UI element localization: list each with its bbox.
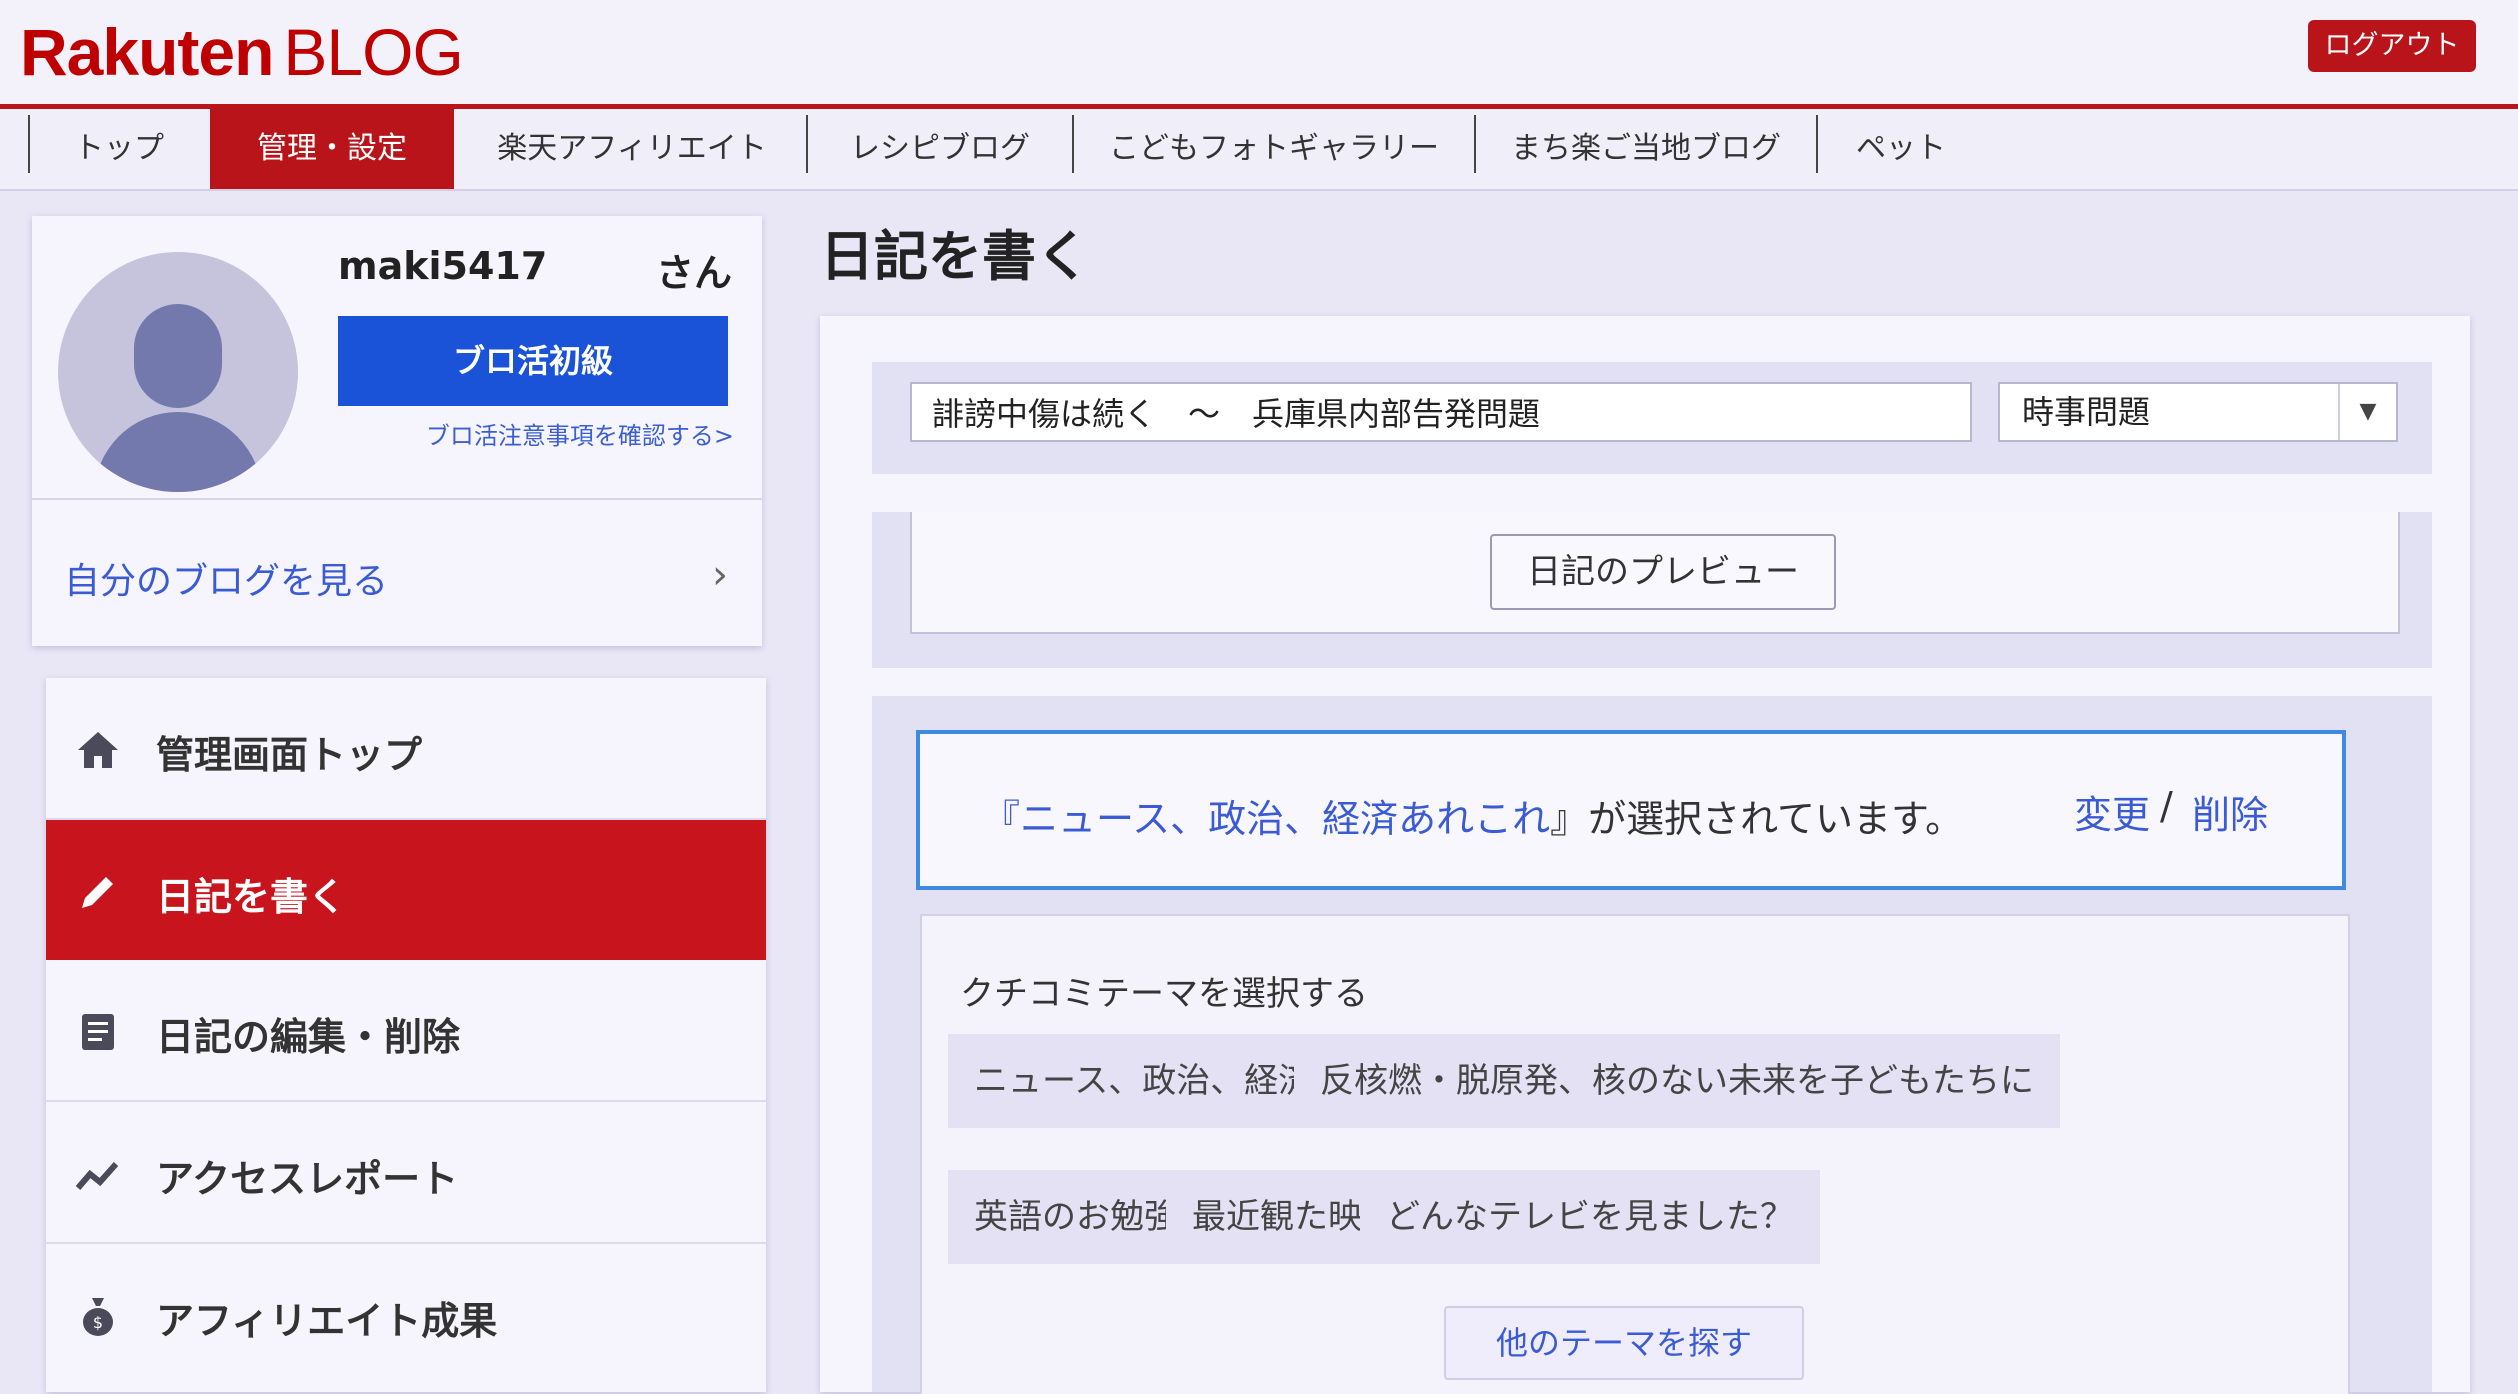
view-my-blog-link[interactable]: 自分のブログを見る: [64, 552, 388, 604]
menu-item-access-report[interactable]: アクセスレポート: [46, 1102, 766, 1244]
username-honorific: さん: [656, 251, 733, 295]
theme-button[interactable]: 反核燃・脱原発、核のない未来を子どもたちに: [1294, 1034, 2060, 1128]
preview-row: 日記のプレビュー: [872, 512, 2432, 668]
nav-separator: [1072, 115, 1074, 173]
theme-area: 『ニュース、政治、経済あれこれ』が選択されています。 変更 / 削除 クチコミテ…: [872, 696, 2432, 1394]
page-title: 日記を書く: [820, 225, 1090, 288]
preview-container: 日記のプレビュー: [910, 512, 2400, 634]
document-icon: [74, 1008, 122, 1056]
rakuten-blog-logo[interactable]: Rakuten BLOG: [20, 15, 464, 89]
menu-item-label: 管理画面トップ: [156, 733, 423, 777]
category-select[interactable]: 時事問題 ▼: [1998, 382, 2398, 442]
nav-item-recipe-blog[interactable]: レシピブログ: [810, 109, 1070, 189]
nav-item-local-blog[interactable]: まち楽ご当地ブログ: [1478, 109, 1814, 189]
avatar: [58, 252, 298, 492]
link-separator: /: [2160, 784, 2173, 828]
logout-button[interactable]: ログアウト: [2308, 20, 2476, 72]
blog-rank-button[interactable]: ブロ活初級: [338, 316, 728, 406]
title-row: 誹謗中傷は続く ～ 兵庫県内部告発問題 時事問題 ▼: [872, 362, 2432, 474]
logo-main: Rakuten: [20, 15, 274, 89]
category-select-value: 時事問題: [2022, 393, 2151, 431]
money-bag-icon: $: [74, 1292, 122, 1340]
avatar-head-shape: [134, 304, 222, 408]
nav-item-top[interactable]: トップ: [30, 109, 208, 189]
chevron-right-icon[interactable]: ›: [712, 552, 728, 598]
global-nav: トップ 管理・設定 楽天アフィリエイト レシピブログ こどもフォトギャラリー ま…: [0, 109, 2518, 191]
selected-theme-name: ニュース、政治、経済あれこれ: [1020, 797, 1551, 841]
menu-item-admin-top[interactable]: 管理画面トップ: [46, 678, 766, 820]
menu-item-affiliate-results[interactable]: $ アフィリエイト成果: [46, 1244, 766, 1384]
svg-text:$: $: [93, 1313, 103, 1332]
menu-item-edit-delete[interactable]: 日記の編集・削除: [46, 960, 766, 1102]
theme-selector: クチコミテーマを選択する ニュース、政治、経済あれこれ 反核燃・脱原発、核のない…: [920, 914, 2350, 1394]
pencil-icon: [74, 868, 122, 916]
side-menu: 管理画面トップ 日記を書く 日記の編集・削除 アクセスレポート $ アフィリエイ…: [46, 678, 766, 1392]
nav-item-affiliate[interactable]: 楽天アフィリエイト: [462, 109, 802, 189]
selected-theme-suffix: 』が選択されています。: [1550, 797, 1964, 841]
divider: [32, 498, 762, 500]
rank-notice-link[interactable]: ブロ活注意事項を確認する>: [394, 416, 734, 451]
nav-item-admin[interactable]: 管理・設定: [210, 109, 454, 189]
menu-item-label: 日記の編集・削除: [156, 1015, 461, 1059]
nav-separator: [1816, 115, 1818, 173]
home-icon: [74, 726, 122, 774]
avatar-body-shape: [94, 412, 262, 492]
preview-button[interactable]: 日記のプレビュー: [1490, 534, 1836, 610]
selected-theme-box: 『ニュース、政治、経済あれこれ』が選択されています。 変更 / 削除: [916, 730, 2346, 890]
nav-item-kids-photo[interactable]: こどもフォトギャラリー: [1076, 109, 1472, 189]
username: maki5417: [338, 244, 548, 288]
theme-button[interactable]: どんなテレビを見ました？: [1360, 1170, 1820, 1264]
nav-separator: [806, 115, 808, 173]
selected-theme-open-quote: 『: [982, 797, 1021, 841]
menu-item-label: アクセスレポート: [156, 1157, 459, 1201]
header: Rakuten BLOG ログアウト: [0, 0, 2518, 109]
trend-icon: [74, 1150, 122, 1198]
profile-card: maki5417 さん ブロ活初級 ブロ活注意事項を確認する> 自分のブログを見…: [32, 216, 762, 646]
dropdown-arrow-icon: ▼: [2338, 384, 2396, 440]
theme-heading: クチコミテーマを選択する: [960, 974, 1368, 1014]
selected-theme-text: 『ニュース、政治、経済あれこれ』が選択されています。: [982, 788, 1963, 843]
menu-item-write-diary[interactable]: 日記を書く: [46, 820, 766, 960]
nav-item-pet[interactable]: ペット: [1820, 109, 1982, 189]
nav-separator: [1474, 115, 1476, 173]
menu-item-label: 日記を書く: [156, 875, 347, 919]
find-more-themes-button[interactable]: 他のテーマを探す: [1444, 1306, 1804, 1380]
delete-theme-link[interactable]: 削除: [2192, 784, 2268, 839]
diary-title-input[interactable]: 誹謗中傷は続く ～ 兵庫県内部告発問題: [910, 382, 1972, 442]
editor-panel: 誹謗中傷は続く ～ 兵庫県内部告発問題 時事問題 ▼ 日記のプレビュー 『ニュー…: [820, 316, 2470, 1394]
change-theme-link[interactable]: 変更: [2074, 784, 2150, 839]
menu-item-label: アフィリエイト成果: [156, 1299, 498, 1343]
logo-sub: BLOG: [283, 15, 463, 89]
